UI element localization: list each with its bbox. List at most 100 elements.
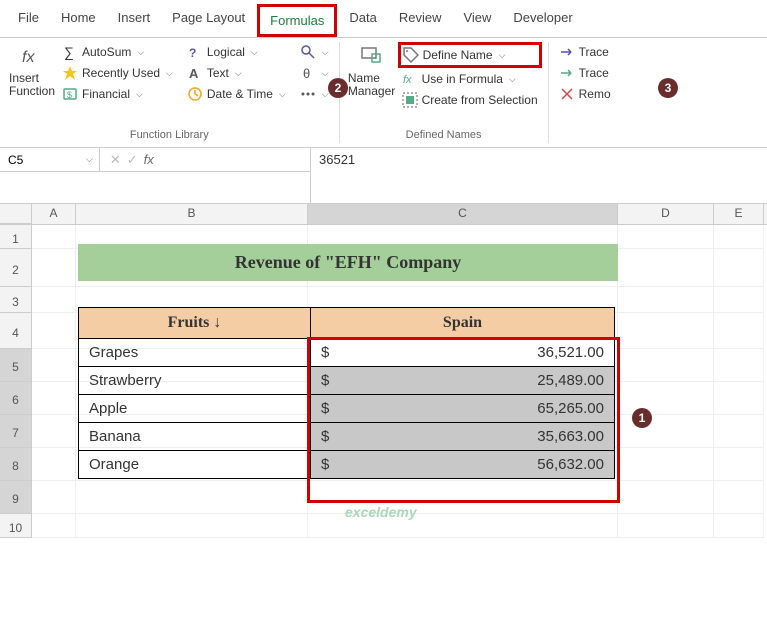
tab-home[interactable]: Home: [51, 4, 106, 37]
date-time-button[interactable]: Date & Time⌵: [183, 84, 290, 104]
cell[interactable]: [76, 514, 308, 538]
cell[interactable]: [618, 382, 714, 415]
tab-view[interactable]: View: [453, 4, 501, 37]
trace-dependents-button[interactable]: Trace: [555, 63, 615, 83]
fruit-cell[interactable]: Strawberry: [79, 367, 311, 395]
cell[interactable]: [714, 415, 764, 448]
cell[interactable]: [714, 225, 764, 249]
use-in-formula-button[interactable]: fx Use in Formula⌵: [398, 69, 542, 89]
row-header-4[interactable]: 4: [0, 313, 32, 349]
col-header-c[interactable]: C: [308, 204, 618, 224]
math-button[interactable]: θ ⌵: [296, 63, 333, 83]
revenue-cell[interactable]: $56,632.00: [311, 451, 615, 479]
row-header-9[interactable]: 9: [0, 481, 32, 514]
row-header-2[interactable]: 2: [0, 249, 32, 287]
create-from-selection-button[interactable]: Create from Selection: [398, 90, 542, 110]
cell[interactable]: [32, 313, 76, 349]
cell[interactable]: [32, 415, 76, 448]
cell[interactable]: [714, 481, 764, 514]
logical-button[interactable]: ? Logical⌵: [183, 42, 290, 62]
tab-file[interactable]: File: [8, 4, 49, 37]
data-table: Fruits ↓ Spain Grapes$36,521.00Strawberr…: [78, 307, 615, 479]
name-box[interactable]: ⌵: [0, 148, 100, 172]
recently-used-button[interactable]: Recently Used⌵: [58, 63, 177, 83]
header-spain: Spain: [311, 308, 615, 339]
name-manager-label: Name Manager: [348, 72, 395, 98]
row-header-8[interactable]: 8: [0, 448, 32, 481]
cancel-icon[interactable]: ✕: [110, 152, 121, 168]
cell[interactable]: [618, 225, 714, 249]
row-header-6[interactable]: 6: [0, 382, 32, 415]
cell[interactable]: [618, 481, 714, 514]
cell[interactable]: [714, 349, 764, 382]
trace-icon: [559, 44, 575, 60]
tab-formulas[interactable]: Formulas: [257, 4, 337, 37]
name-box-dropdown[interactable]: ⌵: [86, 154, 93, 165]
col-header-d[interactable]: D: [618, 204, 714, 224]
row-header-5[interactable]: 5: [0, 349, 32, 382]
formula-input[interactable]: 36521: [310, 148, 767, 203]
tab-insert[interactable]: Insert: [108, 4, 161, 37]
tab-page-layout[interactable]: Page Layout: [162, 4, 255, 37]
currency-symbol: $: [321, 428, 329, 445]
row-header-1[interactable]: 1: [0, 225, 32, 249]
function-library-label: Function Library: [6, 127, 333, 143]
chevron-down-icon: ⌵: [137, 47, 144, 58]
cell[interactable]: [714, 514, 764, 538]
select-all-corner[interactable]: [0, 204, 32, 224]
cell[interactable]: [32, 249, 76, 287]
revenue-cell[interactable]: $25,489.00: [311, 367, 615, 395]
col-header-b[interactable]: B: [76, 204, 308, 224]
cell[interactable]: [714, 249, 764, 287]
financial-button[interactable]: $ Financial⌵: [58, 84, 177, 104]
cell[interactable]: [32, 448, 76, 481]
cell[interactable]: [714, 287, 764, 313]
trace-precedents-button[interactable]: Trace: [555, 42, 615, 62]
cell[interactable]: [32, 481, 76, 514]
fruit-cell[interactable]: Orange: [79, 451, 311, 479]
name-manager-button[interactable]: Name Manager: [346, 42, 398, 100]
fruit-cell[interactable]: Apple: [79, 395, 311, 423]
row-header-3[interactable]: 3: [0, 287, 32, 313]
define-name-button[interactable]: Define Name⌵: [398, 42, 542, 68]
revenue-cell[interactable]: $36,521.00: [311, 339, 615, 367]
cell[interactable]: [32, 514, 76, 538]
fruit-cell[interactable]: Grapes: [79, 339, 311, 367]
revenue-cell[interactable]: $35,663.00: [311, 423, 615, 451]
fx-icon[interactable]: fx: [144, 152, 154, 167]
enter-icon[interactable]: ✓: [127, 152, 138, 168]
cell[interactable]: [618, 249, 714, 287]
text-button[interactable]: A Text⌵: [183, 63, 290, 83]
cell[interactable]: [618, 313, 714, 349]
fruit-cell[interactable]: Banana: [79, 423, 311, 451]
col-header-e[interactable]: E: [714, 204, 764, 224]
cell[interactable]: [714, 382, 764, 415]
cell[interactable]: [618, 514, 714, 538]
cell[interactable]: [618, 287, 714, 313]
col-header-a[interactable]: A: [32, 204, 76, 224]
remove-arrows-button[interactable]: Remo: [555, 84, 615, 104]
trace2-label: Trace: [579, 66, 609, 80]
cell[interactable]: [32, 225, 76, 249]
tab-data[interactable]: Data: [339, 4, 386, 37]
trace2-icon: [559, 65, 575, 81]
cell[interactable]: [618, 448, 714, 481]
cell[interactable]: [618, 349, 714, 382]
tab-review[interactable]: Review: [389, 4, 452, 37]
revenue-cell[interactable]: $65,265.00: [311, 395, 615, 423]
autosum-button[interactable]: ∑ AutoSum⌵: [58, 42, 177, 62]
title-banner: Revenue of "EFH" Company: [78, 244, 618, 281]
cell[interactable]: [32, 287, 76, 313]
cell[interactable]: [76, 481, 308, 514]
cell[interactable]: [714, 448, 764, 481]
cell[interactable]: [32, 382, 76, 415]
tag-icon: [403, 47, 419, 63]
name-box-input[interactable]: [6, 151, 66, 169]
insert-function-button[interactable]: fx Insert Function: [6, 42, 58, 100]
tab-developer[interactable]: Developer: [503, 4, 582, 37]
row-header-7[interactable]: 7: [0, 415, 32, 448]
lookup-button[interactable]: ⌵: [296, 42, 333, 62]
cell[interactable]: [32, 349, 76, 382]
cell[interactable]: [714, 313, 764, 349]
row-header-10[interactable]: 10: [0, 514, 32, 538]
